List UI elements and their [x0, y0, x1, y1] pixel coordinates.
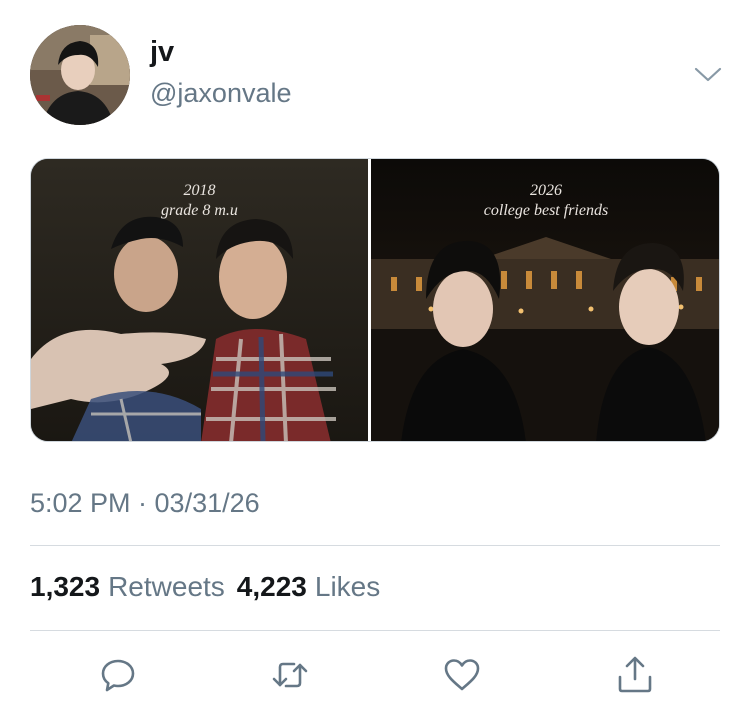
heart-icon[interactable] [442, 655, 482, 695]
photo-left[interactable]: 2018 grade 8 m.u [31, 159, 368, 441]
share-icon[interactable] [615, 655, 655, 695]
tweet-stats: 1,323 Retweets 4,223 Likes [30, 573, 380, 601]
chevron-down-icon[interactable] [692, 60, 724, 88]
reply-icon[interactable] [98, 655, 138, 695]
media-gallery: 2018 grade 8 m.u 2026 college best frien… [30, 158, 720, 442]
tweet-timestamp[interactable]: 5:02 PM · 03/31/26 [30, 490, 260, 517]
likes-count[interactable]: 4,223 [237, 571, 307, 602]
likes-label[interactable]: Likes [315, 571, 380, 602]
retweets-label[interactable]: Retweets [108, 571, 225, 602]
display-name[interactable]: jv [150, 38, 174, 67]
divider-top [30, 545, 720, 546]
photo-right[interactable]: 2026 college best friends [371, 159, 719, 441]
photo-left-caption: 2018 grade 8 m.u [31, 181, 368, 221]
tweet-header: jv @jaxonvale [0, 0, 750, 140]
divider-bottom [30, 630, 720, 631]
retweet-icon[interactable] [270, 655, 310, 695]
photo-left-text: grade 8 m.u [161, 202, 238, 219]
user-handle[interactable]: @jaxonvale [150, 80, 292, 107]
photo-right-text: college best friends [483, 202, 609, 219]
action-bar [0, 655, 750, 695]
photo-left-year: 2018 [183, 182, 216, 199]
retweets-count[interactable]: 1,323 [30, 571, 100, 602]
photo-right-caption: 2026 college best friends [371, 181, 719, 221]
avatar[interactable] [30, 25, 130, 125]
photo-right-year: 2026 [530, 182, 562, 199]
